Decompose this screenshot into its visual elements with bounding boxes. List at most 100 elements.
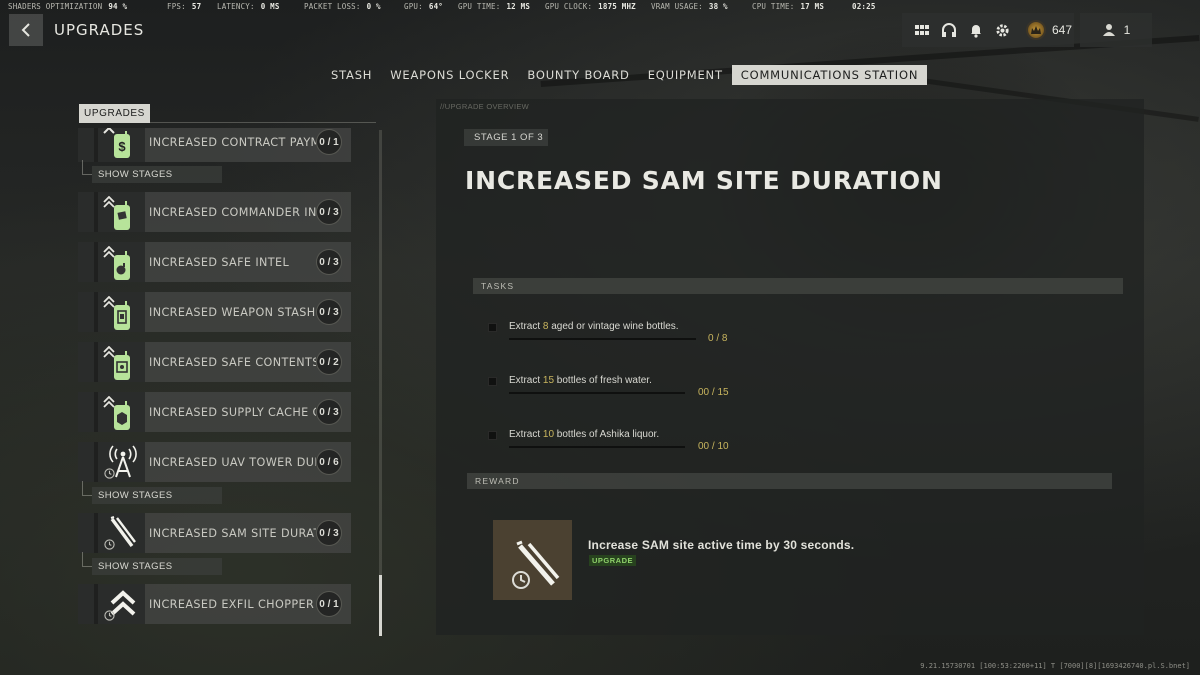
task-text: Extract 10 bottles of Ashika liquor.	[509, 429, 660, 440]
upgrade-row-contract-payment[interactable]: $ INCREASED CONTRACT PAYMENT 0 / 1	[78, 128, 351, 162]
perf-gpu-time: GPU TIME: 12 MS	[458, 2, 531, 11]
task-count: 00 / 15	[698, 387, 729, 398]
tab-weapons-locker[interactable]: WEAPONS LOCKER	[381, 65, 518, 85]
upgrade-row-safe-contents[interactable]: INCREASED SAFE CONTENTS 0 / 2	[78, 342, 351, 382]
list-scroll-thumb[interactable]	[379, 575, 382, 636]
upgrade-row-supply-cache[interactable]: INCREASED SUPPLY CACHE CONTENTS 0 / 3	[78, 392, 351, 432]
upgrade-row-uav-tower[interactable]: INCREASED UAV TOWER DURATION 0 / 6	[78, 442, 351, 482]
tab-equipment[interactable]: EQUIPMENT	[639, 65, 732, 85]
clock-icon	[104, 539, 115, 550]
tab-bar: STASH WEAPONS LOCKER BOUNTY BOARD EQUIPM…	[322, 65, 928, 85]
upgrade-progress: 0 / 3	[316, 399, 342, 425]
reward-description: Increase SAM site active time by 30 seco…	[588, 538, 855, 552]
upgrade-thumb	[78, 442, 145, 482]
show-stages-button[interactable]: SHOW STAGES	[82, 552, 222, 575]
upgrade-label: INCREASED UAV TOWER DURATION	[149, 455, 316, 469]
upgrade-thumb	[78, 584, 145, 624]
money-radio-icon: $	[113, 131, 130, 158]
page-title: UPGRADES	[54, 21, 145, 39]
svg-text:$: $	[118, 139, 126, 154]
perf-gpu: GPU: 64°	[404, 2, 444, 11]
upgrade-progress: 0 / 1	[316, 129, 342, 155]
currency-display[interactable]: 647	[1026, 20, 1072, 40]
perf-latency: LATENCY: 0 MS	[217, 2, 280, 11]
headset-icon[interactable]	[935, 15, 962, 45]
perf-gpu-clock: GPU CLOCK: 1875 MHZ	[545, 2, 636, 11]
upgrade-thumb	[78, 342, 145, 382]
chevron-up-icon	[103, 128, 115, 134]
upgrade-label: INCREASED CONTRACT PAYMENT	[149, 135, 316, 149]
upgrade-thumb	[78, 192, 145, 232]
task-item: Extract 10 bottles of Ashika liquor. 00 …	[488, 429, 748, 455]
upgrade-label: INCREASED COMMANDER INTEL	[149, 205, 316, 219]
reward-icon	[493, 520, 572, 600]
upgrade-progress: 0 / 6	[316, 449, 342, 475]
chevron-left-icon	[21, 23, 30, 37]
clock-icon	[104, 468, 115, 479]
upgrade-title: INCREASED SAM SITE DURATION	[465, 166, 943, 195]
upgrade-thumb: $	[78, 128, 145, 162]
upgrade-thumb	[78, 292, 145, 332]
task-count: 0 / 8	[708, 333, 728, 344]
perf-fps: FPS: 57	[167, 2, 202, 11]
gear-icon[interactable]	[989, 15, 1016, 45]
upgrade-row-weapon-stash-intel[interactable]: INCREASED WEAPON STASH INTEL 0 / 3	[78, 292, 351, 332]
party-count: 1	[1123, 23, 1131, 37]
double-chevron-up-icon	[103, 346, 115, 358]
tab-communications-station[interactable]: COMMUNICATIONS STATION	[731, 65, 928, 85]
tab-stash[interactable]: STASH	[322, 65, 381, 85]
party-button[interactable]: 1	[1080, 13, 1152, 47]
upgrade-thumb	[78, 242, 145, 282]
upgrade-progress: 0 / 3	[316, 299, 342, 325]
task-checkbox	[488, 377, 497, 386]
task-item: Extract 15 bottles of fresh water. 00 / …	[488, 375, 748, 401]
currency-coin-icon	[1026, 20, 1046, 40]
perf-shaders: SHADERS OPTIMIZATION 94 %	[8, 2, 128, 11]
upgrade-label: INCREASED SUPPLY CACHE CONTENTS	[149, 405, 316, 419]
back-button[interactable]	[9, 14, 43, 46]
tab-bounty-board[interactable]: BOUNTY BOARD	[518, 65, 638, 85]
list-scrollbar[interactable]	[379, 130, 382, 636]
reward-header: REWARD	[467, 473, 1112, 489]
upgrade-row-sam-site[interactable]: INCREASED SAM SITE DURATION 0 / 3	[78, 513, 351, 553]
upgrade-row-commander-intel[interactable]: INCREASED COMMANDER INTEL 0 / 3	[78, 192, 351, 232]
party-members-icon	[1102, 24, 1115, 36]
upgrade-label: INCREASED WEAPON STASH INTEL	[149, 305, 316, 319]
upgrade-row-safe-intel[interactable]: INCREASED SAFE INTEL 0 / 3	[78, 242, 351, 282]
upgrade-label: INCREASED SAM SITE DURATION	[149, 526, 316, 540]
upgrade-progress: 0 / 3	[316, 199, 342, 225]
upgrade-thumb	[78, 513, 145, 553]
upgrade-progress: 0 / 3	[316, 249, 342, 275]
task-progress-track	[509, 446, 685, 448]
tasks-header: TASKS	[473, 278, 1123, 294]
upgrade-label: INCREASED EXFIL CHOPPER SPEED	[149, 597, 316, 611]
upgrade-label: INCREASED SAFE CONTENTS	[149, 355, 316, 369]
double-chevron-up-icon	[103, 196, 115, 208]
upgrade-row-exfil-chopper[interactable]: INCREASED EXFIL CHOPPER SPEED 0 / 1	[78, 584, 351, 624]
list-header-divider	[150, 122, 376, 123]
panel-breadcrumb: //UPGRADE OVERVIEW	[440, 102, 530, 111]
upgrade-label: INCREASED SAFE INTEL	[149, 255, 290, 269]
clock-icon	[104, 610, 115, 621]
show-stages-button[interactable]: SHOW STAGES	[82, 481, 222, 504]
upgrade-progress: 0 / 1	[316, 591, 342, 617]
perf-clock: 02:25	[852, 2, 876, 11]
performance-overlay: SHADERS OPTIMIZATION 94 % FPS: 57 LATENCY:…	[0, 0, 1200, 12]
double-chevron-up-icon	[103, 396, 115, 408]
show-stages-button[interactable]: SHOW STAGES	[82, 160, 222, 183]
task-text: Extract 8 aged or vintage wine bottles.	[509, 321, 679, 332]
sam-missile-icon	[511, 540, 559, 589]
task-progress-track	[509, 392, 685, 394]
upgrade-progress: 0 / 2	[316, 349, 342, 375]
upgrades-list-header: UPGRADES	[79, 104, 150, 123]
task-text: Extract 15 bottles of fresh water.	[509, 375, 652, 386]
task-item: Extract 8 aged or vintage wine bottles. …	[488, 321, 748, 347]
double-chevron-up-icon	[103, 246, 115, 258]
top-toolbar: 647	[902, 13, 1074, 47]
perf-packet-loss: PACKET LOSS: 0 %	[304, 2, 381, 11]
bell-icon[interactable]	[962, 15, 989, 45]
upgrades-list[interactable]: $ INCREASED CONTRACT PAYMENT 0 / 1 SHOW …	[78, 128, 354, 638]
grid-icon[interactable]	[908, 15, 935, 45]
stage-badge: STAGE 1 OF 3	[464, 129, 548, 146]
task-progress-track	[509, 338, 696, 340]
